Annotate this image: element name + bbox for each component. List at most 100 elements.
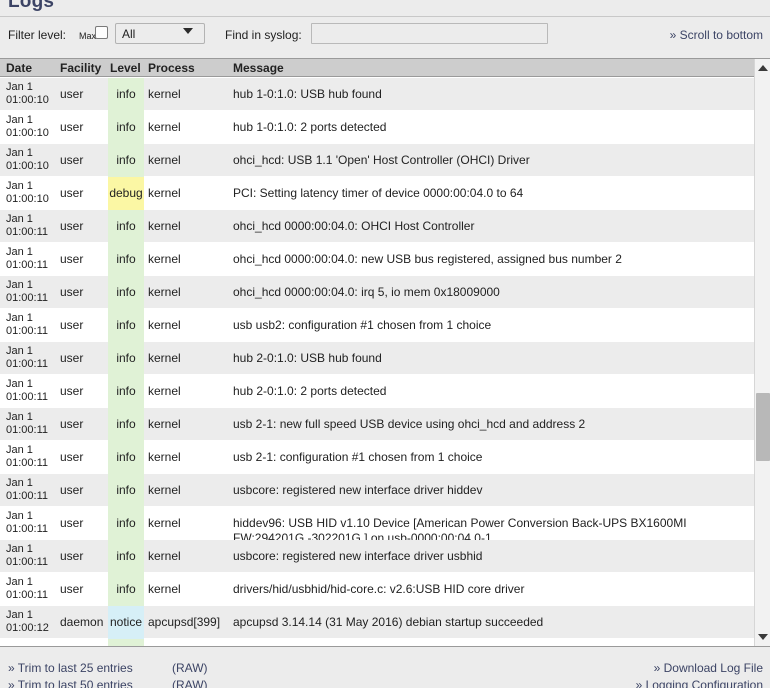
max-checkbox[interactable] <box>95 26 108 39</box>
cell-message: hub 1-0:1.0: USB hub found <box>233 87 748 102</box>
cell-process: apcupsd[399] <box>148 615 228 629</box>
scrollbar-thumb[interactable] <box>756 393 770 461</box>
cell-date: Jan 101:00:10 <box>6 114 56 140</box>
cell-date: Jan 101:00:10 <box>6 147 56 173</box>
cell-message: ohci_hcd 0000:00:04.0: new USB bus regis… <box>233 252 748 267</box>
cell-date-day: Jan 1 <box>6 246 56 259</box>
raw-25-link[interactable]: (RAW) <box>172 661 208 675</box>
cell-facility: user <box>60 450 106 464</box>
cell-process: kernel <box>148 384 228 398</box>
raw-50-link[interactable]: (RAW) <box>172 678 208 688</box>
scroll-to-bottom-link[interactable]: » Scroll to bottom <box>670 28 763 42</box>
cell-message: drivers/hid/usbhid/hid-core.c: v2.6:USB … <box>233 582 748 597</box>
cell-facility: user <box>60 252 106 266</box>
cell-process: kernel <box>148 516 228 530</box>
table-row: Jan 101:00:11userinfokernelusb usb2: con… <box>0 309 754 342</box>
cell-level: info <box>108 474 144 507</box>
cell-process: kernel <box>148 252 228 266</box>
column-header-facility[interactable]: Facility <box>60 61 101 75</box>
cell-level: info <box>108 375 144 408</box>
cell-date-time: 01:00:11 <box>6 325 56 338</box>
cell-level: info <box>108 507 144 540</box>
cell-process: kernel <box>148 87 228 101</box>
cell-facility: user <box>60 351 106 365</box>
logging-configuration-link[interactable]: » Logging Configuration <box>636 678 763 688</box>
logs-page: Logs Filter level: Max All Find in syslo… <box>0 0 770 688</box>
table-row: Jan 101:00:10userinfokernelhub 1-0:1.0: … <box>0 111 754 144</box>
cell-level: info <box>108 210 144 243</box>
cell-level: info <box>108 342 144 375</box>
cell-date-time: 01:00:11 <box>6 490 56 503</box>
cell-date-day: Jan 1 <box>6 180 56 193</box>
trim-50-link[interactable]: » Trim to last 50 entries <box>8 678 133 688</box>
table-body-tail <box>0 639 754 647</box>
cell-process: kernel <box>148 285 228 299</box>
cell-facility: user <box>60 384 106 398</box>
cell-facility: user <box>60 120 106 134</box>
cell-message: usbcore: registered new interface driver… <box>233 483 748 498</box>
cell-message: usb 2-1: configuration #1 chosen from 1 … <box>233 450 748 465</box>
download-log-file-link[interactable]: » Download Log File <box>654 661 763 675</box>
cell-facility: user <box>60 516 106 530</box>
cell-date: Jan 101:00:10 <box>6 180 56 206</box>
cell-date: Jan 101:00:11 <box>6 477 56 503</box>
cell-level: info <box>108 111 144 144</box>
cell-date: Jan 101:00:11 <box>6 510 56 536</box>
cell-process: kernel <box>148 582 228 596</box>
cell-level: info <box>108 276 144 309</box>
filter-level-select[interactable]: All <box>115 23 205 44</box>
cell-process: kernel <box>148 450 228 464</box>
cell-date-day: Jan 1 <box>6 609 56 622</box>
cell-date: Jan 101:00:11 <box>6 444 56 470</box>
cell-date-time: 01:00:12 <box>6 622 56 635</box>
table-row: Jan 101:00:11userinfokernelohci_hcd 0000… <box>0 243 754 276</box>
cell-message: usb 2-1: new full speed USB device using… <box>233 417 748 432</box>
cell-message: ohci_hcd: USB 1.1 'Open' Host Controller… <box>233 153 748 168</box>
scroll-up-arrow-icon[interactable] <box>755 60 770 76</box>
column-header-level[interactable]: Level <box>110 61 141 75</box>
log-table-body: Jan 101:00:10userinfokernelhub 1-0:1.0: … <box>0 78 754 647</box>
cell-date-time: 01:00:11 <box>6 523 56 536</box>
cell-level: info <box>108 540 144 573</box>
table-row: Jan 101:00:11userinfokernelohci_hcd 0000… <box>0 276 754 309</box>
column-header-process[interactable]: Process <box>148 61 195 75</box>
table-row: Jan 101:00:11userinfokernelusb 2-1: new … <box>0 408 754 441</box>
cell-date-time: 01:00:11 <box>6 292 56 305</box>
cell-level: info <box>108 441 144 474</box>
cell-date: Jan 101:00:10 <box>6 81 56 107</box>
cell-date-day: Jan 1 <box>6 279 56 292</box>
footer-links: » Trim to last 25 entries » Trim to last… <box>0 650 770 688</box>
cell-facility: user <box>60 318 106 332</box>
table-row: Jan 101:00:11 userinfo kernel usb 2-1: conf… <box>0 441 754 474</box>
cell-date: Jan 101:00:12 <box>6 609 56 635</box>
cell-facility: user <box>60 153 106 167</box>
cell-date: Jan 101:00:11 <box>6 378 56 404</box>
cell-message: PCI: Setting latency timer of device 000… <box>233 186 748 201</box>
filter-bar: Filter level: Max All Find in syslog: » … <box>0 17 770 55</box>
table-row: Jan 101:00:10userdebugkernelPCI: Setting… <box>0 177 754 210</box>
cell-date-day: Jan 1 <box>6 147 56 160</box>
cell-date-time: 01:00:10 <box>6 127 56 140</box>
table-row: Jan 101:00:10userinfokernelhub 1-0:1.0: … <box>0 78 754 111</box>
trim-25-link[interactable]: » Trim to last 25 entries <box>8 661 133 675</box>
cell-date-time: 01:00:11 <box>6 226 56 239</box>
level-column-tint-tail <box>108 639 144 647</box>
find-in-syslog-input[interactable] <box>311 23 548 44</box>
table-row: Jan 101:00:11userinfokernelhub 2-0:1.0: … <box>0 342 754 375</box>
column-header-message[interactable]: Message <box>233 61 284 75</box>
cell-message: hub 1-0:1.0: 2 ports detected <box>233 120 748 135</box>
cell-facility: user <box>60 483 106 497</box>
cell-process: kernel <box>148 483 228 497</box>
cell-process: kernel <box>148 549 228 563</box>
cell-facility: user <box>60 582 106 596</box>
scroll-down-arrow-icon[interactable] <box>755 629 770 645</box>
cell-message: ohci_hcd 0000:00:04.0: irq 5, io mem 0x1… <box>233 285 748 300</box>
cell-date-day: Jan 1 <box>6 510 56 523</box>
table-row: Jan 101:00:12daemonnoticeapcupsd[399]apc… <box>0 606 754 639</box>
column-header-date[interactable]: Date <box>6 61 32 75</box>
cell-date: Jan 101:00:11 <box>6 411 56 437</box>
cell-date-time: 01:00:10 <box>6 160 56 173</box>
cell-facility: user <box>60 186 106 200</box>
vertical-scrollbar[interactable] <box>754 59 770 646</box>
cell-date: Jan 101:00:11 <box>6 312 56 338</box>
